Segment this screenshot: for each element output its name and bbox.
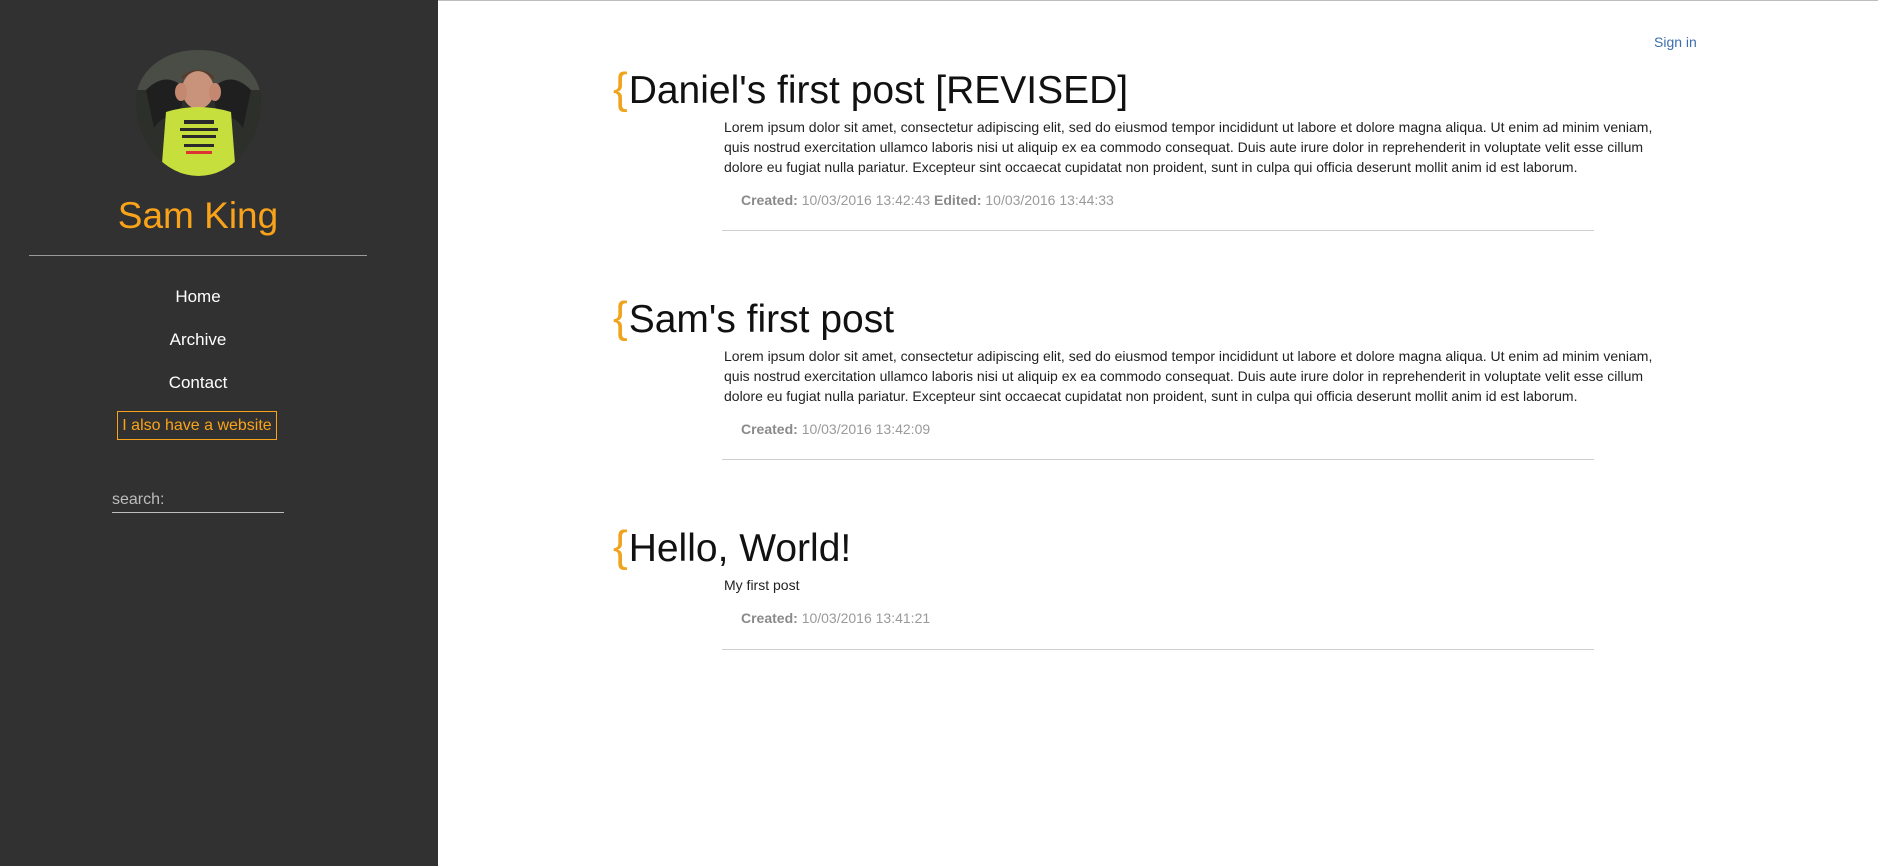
sidebar-nav: Home Archive Contact	[0, 284, 396, 413]
brace-icon: {	[613, 522, 628, 571]
post-meta: Created: 10/03/2016 13:42:43 Edited: 10/…	[741, 191, 1114, 209]
post-divider	[722, 649, 1594, 650]
post-body: Lorem ipsum dolor sit amet, consectetur …	[724, 119, 1653, 175]
post-body: Lorem ipsum dolor sit amet, consectetur …	[724, 348, 1653, 404]
post-title[interactable]: {Sam's first post	[613, 294, 894, 344]
nav-archive[interactable]: Archive	[0, 327, 396, 353]
nav-contact[interactable]: Contact	[0, 370, 396, 396]
post-meta: Created: 10/03/2016 13:42:09	[741, 420, 930, 438]
brace-icon: {	[613, 64, 628, 113]
post-body: My first post	[724, 577, 800, 593]
created-label: Created:	[741, 421, 798, 437]
sidebar-divider	[29, 255, 367, 256]
created-date: 10/03/2016 13:42:09	[801, 421, 931, 437]
website-button[interactable]: I also have a website	[117, 411, 277, 440]
avatar-photo	[136, 50, 261, 176]
edited-date: 10/03/2016 13:44:33	[985, 192, 1114, 208]
post-meta: Created: 10/03/2016 13:41:21	[741, 609, 930, 627]
post-title[interactable]: {Hello, World!	[613, 523, 851, 573]
created-date: 10/03/2016 13:42:43	[801, 192, 931, 208]
nav-home[interactable]: Home	[0, 284, 396, 310]
brace-icon: {	[613, 293, 628, 342]
author-name: Sam King	[117, 195, 279, 236]
main-content: Sign in {Daniel's first post [REVISED] L…	[438, 0, 1878, 866]
created-label: Created:	[741, 192, 798, 208]
search-input[interactable]	[112, 488, 284, 513]
post-divider	[722, 230, 1594, 231]
post-divider	[722, 459, 1594, 460]
page: Sam King Home Archive Contact I also hav…	[0, 0, 1878, 866]
created-date: 10/03/2016 13:41:21	[801, 610, 931, 626]
post-title-text: Daniel's first post [REVISED]	[628, 69, 1129, 112]
created-label: Created:	[741, 610, 798, 626]
avatar	[136, 50, 261, 176]
post-title-text: Sam's first post	[628, 298, 895, 341]
sign-in-link[interactable]: Sign in	[1654, 33, 1697, 51]
edited-label: Edited:	[934, 192, 982, 208]
post-title-text: Hello, World!	[628, 527, 852, 570]
post-title[interactable]: {Daniel's first post [REVISED]	[613, 65, 1128, 115]
sidebar: Sam King Home Archive Contact I also hav…	[0, 0, 438, 866]
